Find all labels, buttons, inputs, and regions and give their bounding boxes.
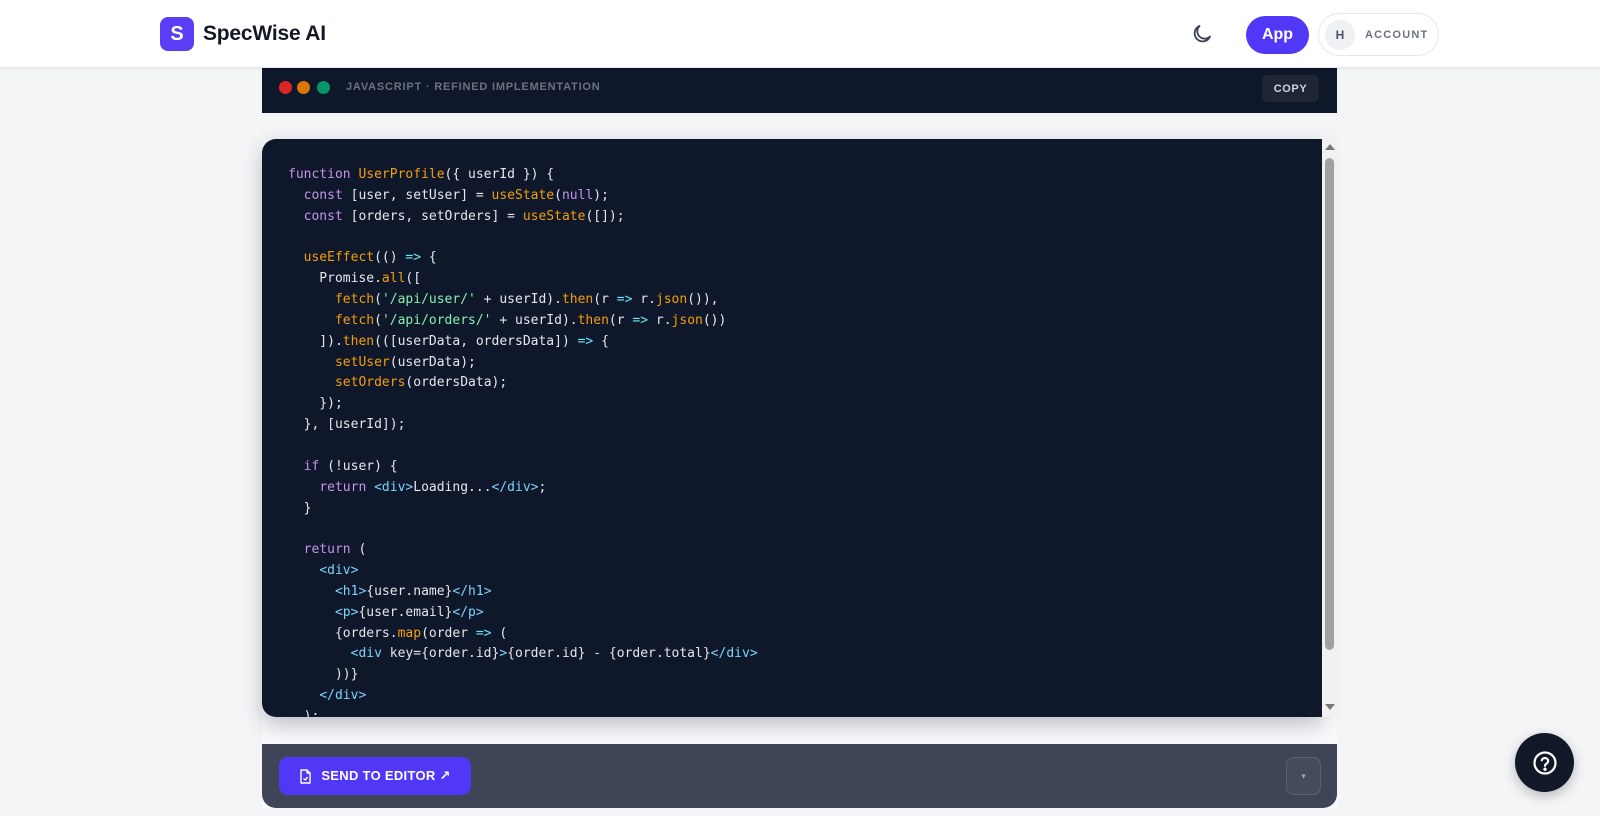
code-language-label: JAVASCRIPT · REFINED IMPLEMENTATION (346, 81, 601, 93)
code-scrollbar[interactable] (1322, 139, 1337, 717)
code-panel: JAVASCRIPT · REFINED IMPLEMENTATION COPY… (262, 68, 1337, 808)
scroll-down-icon[interactable] (1325, 704, 1335, 710)
more-options-button[interactable]: ▾ (1286, 757, 1321, 795)
window-dot-red (279, 81, 292, 94)
window-dot-yellow (297, 81, 310, 94)
file-icon (300, 768, 312, 784)
moon-icon[interactable] (1190, 22, 1214, 46)
code-block: function UserProfile({ userId }) { const… (288, 167, 758, 717)
action-bar: SEND TO EDITOR ↗ ▾ (262, 744, 1337, 808)
brand-name: SpecWise AI (203, 22, 326, 45)
send-to-editor-label: SEND TO EDITOR ↗ (321, 768, 451, 783)
help-button[interactable] (1515, 733, 1574, 792)
top-header: S SpecWise AI App H ACCOUNT (0, 0, 1600, 68)
app-button[interactable]: App (1246, 16, 1309, 54)
avatar: H (1325, 19, 1355, 50)
brand[interactable]: S SpecWise AI (160, 17, 326, 51)
copy-button[interactable]: COPY (1262, 75, 1319, 102)
send-to-editor-button[interactable]: SEND TO EDITOR ↗ (279, 757, 471, 795)
code-viewer[interactable]: function UserProfile({ userId }) { const… (262, 139, 1322, 717)
scroll-up-icon[interactable] (1325, 144, 1335, 150)
panel-divider (262, 113, 1337, 139)
code-toolbar: JAVASCRIPT · REFINED IMPLEMENTATION COPY (262, 68, 1337, 113)
brand-logo: S (160, 17, 194, 51)
account-label: ACCOUNT (1365, 28, 1429, 41)
scroll-thumb[interactable] (1325, 158, 1334, 650)
help-icon (1532, 750, 1557, 775)
window-dot-green (317, 81, 330, 94)
account-button[interactable]: H ACCOUNT (1318, 13, 1439, 56)
